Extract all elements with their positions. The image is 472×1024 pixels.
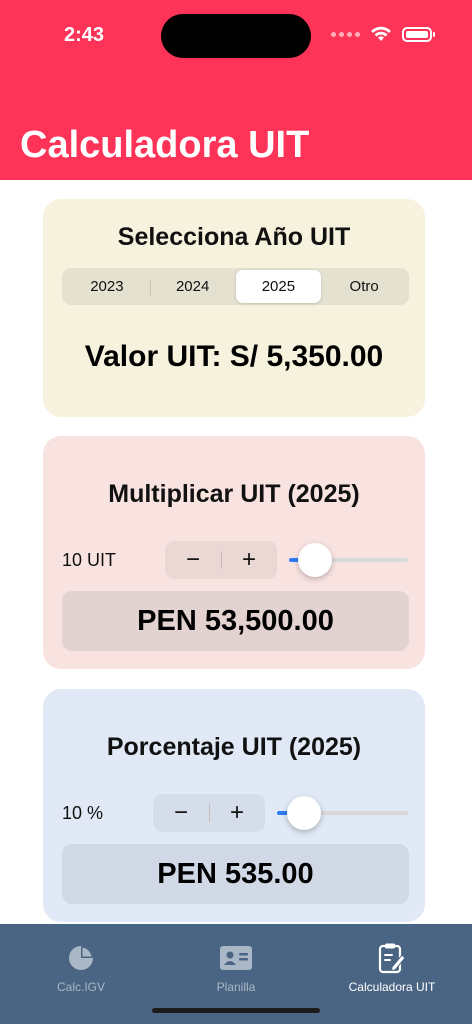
percent-result: PEN 535.00 — [62, 844, 409, 904]
multiply-result: PEN 53,500.00 — [62, 591, 409, 651]
multiply-increment-button[interactable]: + — [221, 541, 277, 579]
percent-increment-button[interactable]: + — [209, 794, 265, 832]
multiply-slider[interactable] — [289, 543, 408, 577]
wifi-icon — [371, 26, 391, 41]
segment-otro[interactable]: Otro — [321, 270, 407, 303]
tab-label-calc-igv: Calc.IGV — [56, 980, 105, 994]
year-card-title: Selecciona Año UIT — [117, 223, 351, 251]
multiply-decrement-button[interactable]: − — [165, 541, 221, 579]
tab-label-planilla: Planilla — [216, 980, 256, 994]
id-card-icon — [219, 942, 253, 974]
cellular-signal-icon — [331, 31, 360, 37]
page-title: Calculadora UIT — [20, 124, 310, 166]
tab-calculadora-uit[interactable]: Calculadora UIT — [336, 924, 448, 994]
multiply-count-label: 10 UIT — [62, 550, 117, 570]
clipboard-edit-icon — [375, 942, 409, 974]
uit-value-text: Valor UIT: S/ 5,350.00 — [84, 340, 384, 373]
percent-slider-thumb[interactable] — [286, 796, 321, 830]
multiply-card: Multiplicar UIT (2025) 10 UIT − + PEN 53… — [43, 436, 425, 669]
multiply-stepper: − + — [165, 541, 277, 579]
year-card: Selecciona Año UIT 2023 2024 2025 Otro V… — [43, 199, 425, 417]
percent-card-title: Porcentaje UIT (2025) — [106, 733, 362, 761]
multiply-card-title: Multiplicar UIT (2025) — [108, 480, 360, 508]
status-time: 2:43 — [64, 24, 105, 46]
dynamic-island — [161, 14, 311, 58]
battery-icon — [402, 26, 435, 42]
percent-decrement-button[interactable]: − — [153, 794, 209, 832]
home-indicator — [152, 1008, 320, 1013]
percent-stepper: − + — [153, 794, 265, 832]
status-indicators — [331, 26, 435, 42]
tab-calc-igv[interactable]: Calc.IGV — [40, 924, 122, 994]
segment-2025[interactable]: 2025 — [235, 270, 322, 303]
tab-planilla[interactable]: Planilla — [196, 924, 276, 994]
percent-slider[interactable] — [277, 796, 408, 830]
percent-card: Porcentaje UIT (2025) 10 % − + PEN 535.0… — [43, 689, 425, 922]
tab-label-calculadora-uit: Calculadora UIT — [348, 980, 436, 994]
header-bar: 2:43 Calculadora UIT — [0, 0, 472, 180]
percent-count-label: 10 % — [62, 803, 104, 823]
multiply-slider-thumb[interactable] — [297, 543, 332, 577]
segment-2024[interactable]: 2024 — [149, 270, 236, 303]
pie-chart-icon — [64, 942, 98, 974]
year-segmented-control: 2023 2024 2025 Otro — [62, 268, 409, 305]
segment-2023[interactable]: 2023 — [64, 270, 150, 303]
